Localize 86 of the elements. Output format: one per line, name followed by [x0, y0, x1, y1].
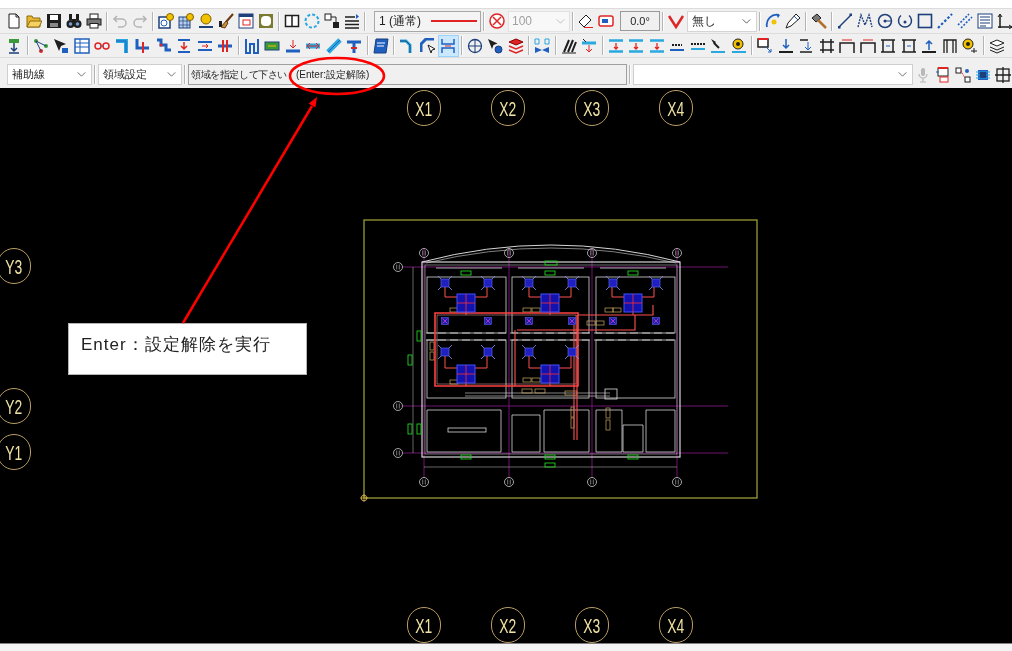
chevron-down-icon [742, 18, 751, 24]
down-to-line-icon[interactable] [777, 37, 794, 54]
angle-field[interactable]: 0.0° [620, 11, 660, 31]
xy-axes-icon[interactable] [997, 13, 1012, 29]
crosshair-circle-icon[interactable] [466, 37, 483, 54]
square-icon[interactable] [917, 13, 933, 29]
line-sample-icon [431, 20, 477, 22]
cursor-block-icon[interactable] [53, 37, 70, 54]
table-icon[interactable] [73, 37, 90, 54]
hammer-icon[interactable] [811, 13, 827, 29]
branch-pipe-icon[interactable] [135, 37, 152, 54]
chevron-down-icon [77, 72, 86, 77]
linked-nodes-icon[interactable] [955, 66, 971, 83]
columns-icon[interactable] [941, 37, 958, 54]
ring-line-icon[interactable] [730, 37, 747, 54]
layer-dropdown[interactable]: 補助線 [7, 64, 92, 85]
stacked-windows-icon[interactable] [935, 66, 951, 83]
rounded-frame-icon[interactable] [258, 13, 274, 29]
binoculars-icon[interactable] [66, 13, 82, 29]
tag-frame-icon[interactable] [598, 13, 614, 29]
chevron-down-icon [898, 72, 907, 77]
badge-underline-icon[interactable] [198, 13, 214, 29]
circle-dot-icon[interactable] [877, 13, 893, 29]
level-arrow-icon[interactable] [607, 37, 624, 54]
line-icon[interactable] [837, 13, 853, 29]
node-branch-icon[interactable] [32, 37, 49, 54]
book-icon[interactable] [372, 37, 389, 54]
dotted-circle-icon[interactable] [304, 13, 320, 29]
save-icon[interactable] [46, 13, 62, 29]
grid-badge-icon[interactable] [178, 13, 194, 29]
brush-icon[interactable] [218, 13, 234, 29]
channel-icon[interactable] [243, 37, 260, 54]
printer-icon[interactable] [86, 13, 102, 29]
flange-icon[interactable] [217, 37, 234, 54]
badge-frame-icon[interactable] [158, 13, 174, 29]
arrow-to-bar-icon[interactable] [284, 37, 301, 54]
zigzag-icon[interactable] [857, 13, 873, 29]
hash-icon[interactable] [818, 37, 835, 54]
v-mark-icon[interactable] [668, 13, 684, 29]
crosshair-icon [360, 493, 369, 503]
arrow-bracket-icon[interactable] [798, 37, 815, 54]
drawing-canvas[interactable]: X1 X2 X3 X4 X1 X2 X3 X4 Y3 Y2 Y1 Enter：設定解除を実行 [0, 88, 1012, 643]
eraser-icon[interactable] [578, 13, 594, 29]
new-document-icon[interactable] [6, 13, 22, 29]
chevron-down-icon [167, 72, 176, 77]
elbow-pipe-icon[interactable] [114, 37, 131, 54]
command-input[interactable] [633, 64, 913, 85]
circle-x-icon[interactable] [489, 13, 505, 29]
double-bracket-icon [440, 37, 457, 54]
prompt-message: 領域を指定して下さい [191, 68, 287, 82]
cursor-bend-icon[interactable] [419, 37, 436, 54]
bracket-arrow-icon[interactable] [176, 37, 193, 54]
dotted-diagonal-icon[interactable] [937, 13, 953, 29]
bracket-frame-icon[interactable] [880, 37, 897, 54]
pen-icon[interactable] [785, 13, 801, 29]
line-type-dropdown[interactable]: 1 (通常) [374, 10, 481, 32]
stack-icon[interactable] [507, 37, 524, 54]
dim-arrow-icon[interactable] [581, 37, 598, 54]
list-icon[interactable] [344, 13, 360, 29]
double-diagonal-icon[interactable] [957, 13, 973, 29]
layers-icon[interactable] [988, 37, 1005, 54]
arc-arrow-icon[interactable] [765, 13, 781, 29]
arch-icon[interactable] [859, 37, 876, 54]
linked-squares-icon[interactable] [324, 13, 340, 29]
cross-frame-icon[interactable] [995, 66, 1011, 83]
box-arrow-icon[interactable] [757, 37, 774, 54]
bowtie-icon[interactable] [534, 37, 551, 54]
cursor-dot-icon[interactable] [487, 37, 504, 54]
ring-plus-icon[interactable] [962, 37, 979, 54]
pattern-dropdown[interactable]: 無し [687, 10, 757, 32]
open-circle-icon[interactable] [897, 13, 913, 29]
annotation-callout: Enter：設定解除を実行 [68, 323, 307, 375]
window-icon[interactable] [238, 13, 254, 29]
two-pane-icon[interactable] [284, 13, 300, 29]
bracket-frame-icon[interactable] [900, 37, 917, 54]
toggle-button[interactable] [438, 34, 459, 57]
offset-pipe-icon[interactable] [155, 37, 172, 54]
chevron-down-icon [556, 18, 565, 24]
hatch-icon[interactable] [560, 37, 577, 54]
prompt-hint: (Enter:設定解除) [296, 68, 370, 82]
diagonal-pipe-icon[interactable] [325, 37, 342, 54]
level-arrow-icon[interactable] [628, 37, 645, 54]
up-arrow-line-icon[interactable] [921, 37, 938, 54]
mode-dropdown[interactable]: 領域設定 [98, 64, 182, 85]
arch-icon[interactable] [839, 37, 856, 54]
pointer-line-icon[interactable] [710, 37, 727, 54]
